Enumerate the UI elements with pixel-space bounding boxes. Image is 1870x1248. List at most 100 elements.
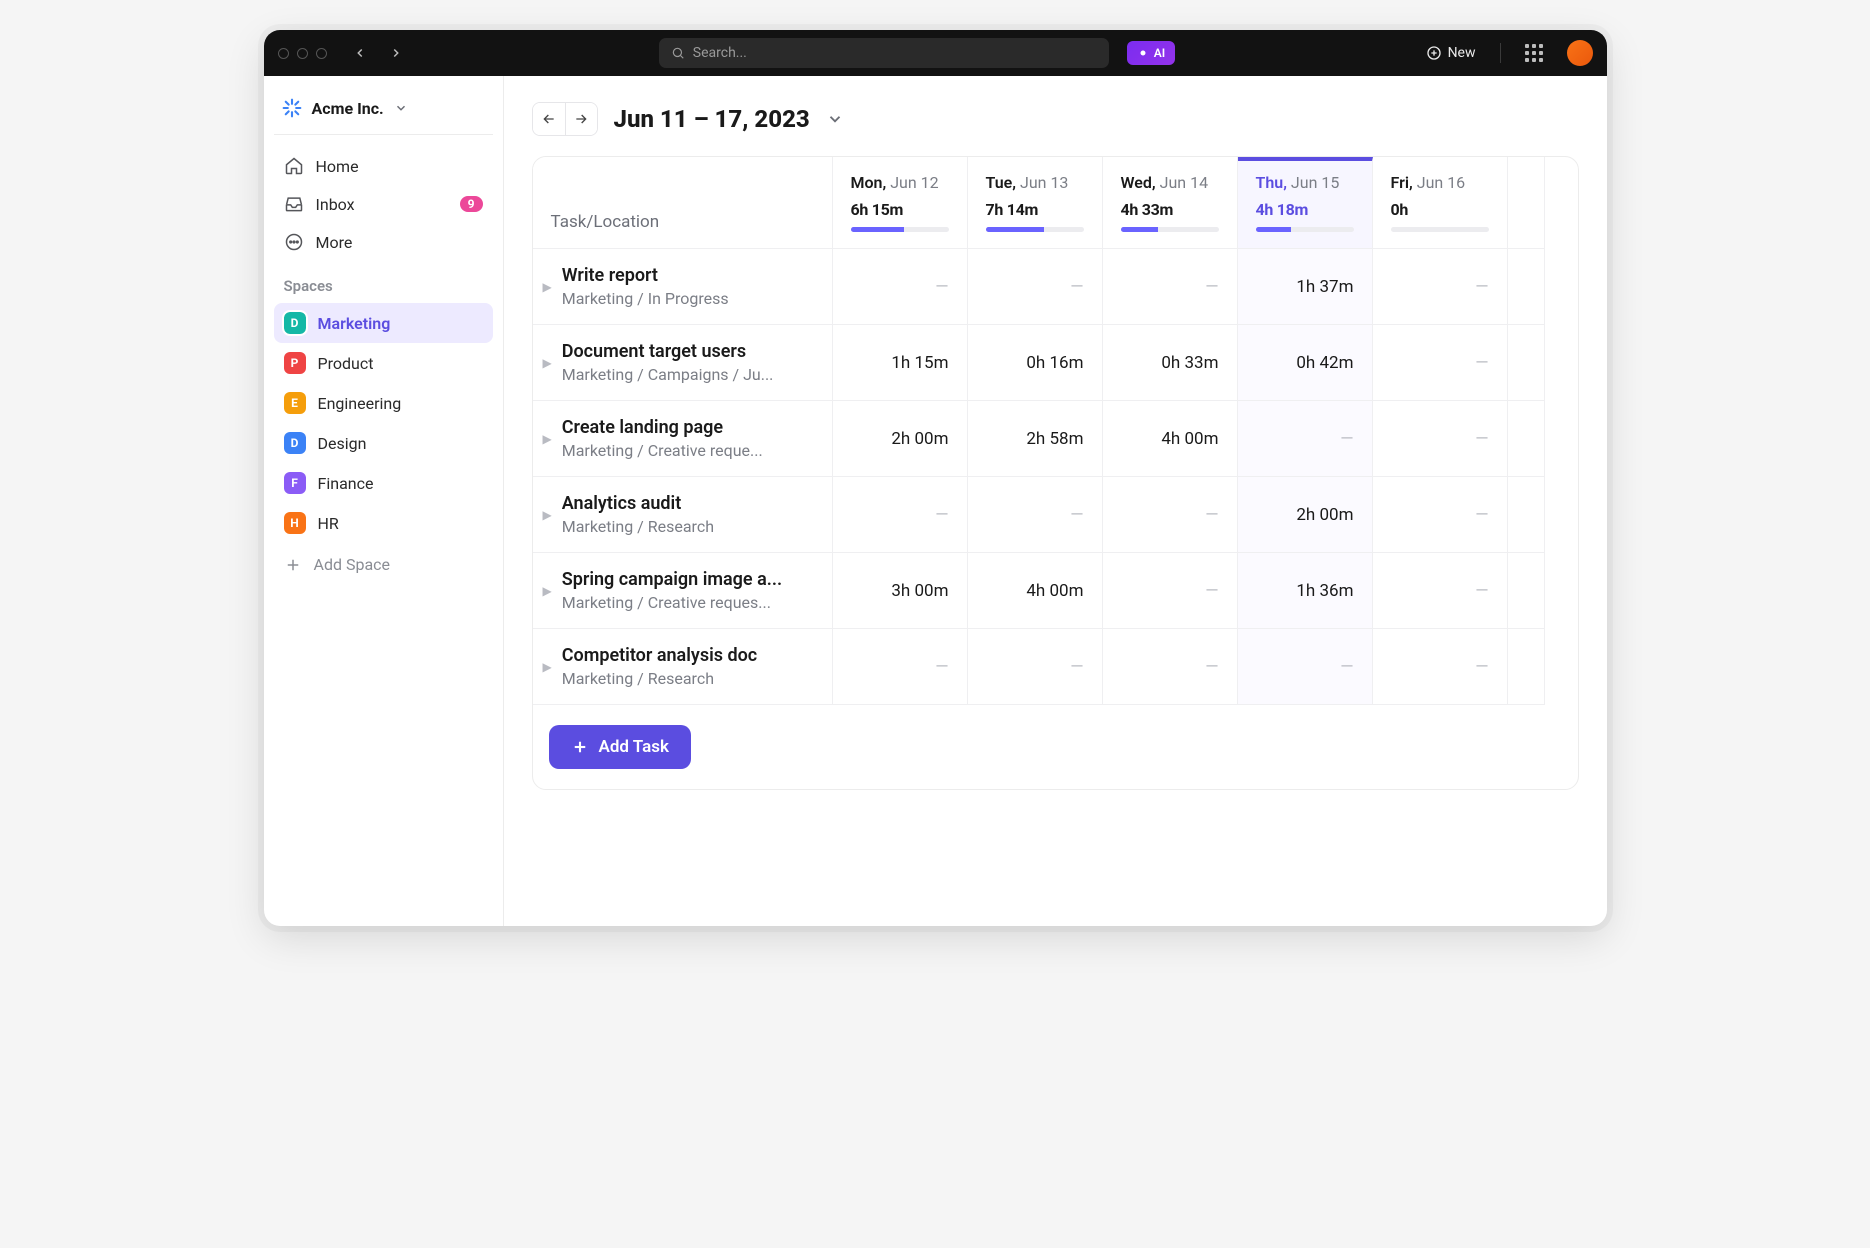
time-cell[interactable]: 0h 42m [1238,325,1373,401]
caret-right-icon: ▶ [543,356,552,370]
search-input[interactable]: Search... [659,38,1109,68]
time-cell[interactable]: — [968,249,1103,325]
time-cell[interactable]: — [1373,553,1508,629]
time-cell[interactable]: — [1373,629,1508,705]
col-task: Task/Location [533,157,833,249]
time-cell[interactable]: — [1103,553,1238,629]
col-day: Wed, Jun 144h 33m [1103,157,1238,249]
time-cell[interactable]: — [833,249,968,325]
time-value: — [1205,581,1218,601]
time-value: — [1340,657,1353,677]
task-cell[interactable]: ▶Create landing pageMarketing / Creative… [533,401,833,477]
time-value: 0h 42m [1296,353,1353,373]
task-cell[interactable]: ▶Analytics auditMarketing / Research [533,477,833,553]
week-nav [532,102,598,136]
cell-overflow [1508,553,1545,629]
time-cell[interactable]: — [1103,249,1238,325]
time-cell[interactable]: 4h 00m [1103,401,1238,477]
sidebar-item-inbox[interactable]: Inbox9 [274,185,493,223]
time-cell[interactable]: 1h 36m [1238,553,1373,629]
time-cell[interactable]: — [1103,629,1238,705]
task-cell[interactable]: ▶Document target usersMarketing / Campai… [533,325,833,401]
task-cell[interactable]: ▶Write reportMarketing / In Progress [533,249,833,325]
time-cell[interactable]: 0h 33m [1103,325,1238,401]
ai-label: AI [1154,46,1165,60]
home-icon [284,156,304,176]
timesheet-card: Task/LocationMon, Jun 126h 15mTue, Jun 1… [532,156,1579,790]
time-value: — [935,277,948,297]
traffic-dot[interactable] [297,48,308,59]
avatar[interactable] [1567,40,1593,66]
time-cell[interactable]: 3h 00m [833,553,968,629]
sidebar-space-engineering[interactable]: EEngineering [274,383,493,423]
space-label: Finance [318,474,374,493]
day-progress [1121,227,1219,232]
time-cell[interactable]: 1h 15m [833,325,968,401]
traffic-dot[interactable] [316,48,327,59]
search-icon [671,46,685,60]
sidebar: Acme Inc. HomeInbox9More Spaces DMarketi… [264,76,504,926]
traffic-dot[interactable] [278,48,289,59]
cell-overflow [1508,249,1545,325]
task-title: Create landing page [562,417,763,438]
time-cell[interactable]: 4h 00m [968,553,1103,629]
task-cell[interactable]: ▶Competitor analysis docMarketing / Rese… [533,629,833,705]
time-cell[interactable]: — [1373,477,1508,553]
date-range-picker[interactable] [826,110,844,128]
apps-grid-icon[interactable] [1525,44,1543,62]
spaces-header: Spaces [274,263,493,301]
time-cell[interactable]: — [1373,401,1508,477]
search-placeholder: Search... [693,45,747,61]
time-cell[interactable]: 2h 00m [1238,477,1373,553]
time-cell[interactable]: — [1103,477,1238,553]
time-cell[interactable]: — [1373,325,1508,401]
nav-back-button[interactable] [347,42,373,64]
caret-right-icon: ▶ [543,280,552,294]
add-task-button[interactable]: Add Task [549,725,691,769]
time-cell[interactable]: — [1373,249,1508,325]
nav-forward-button[interactable] [383,42,409,64]
col-overflow [1508,157,1545,249]
task-path: Marketing / Research [562,669,757,688]
time-cell[interactable]: — [833,477,968,553]
space-badge: D [284,432,306,454]
time-cell[interactable]: — [833,629,968,705]
app-body: Acme Inc. HomeInbox9More Spaces DMarketi… [264,76,1607,926]
time-cell[interactable]: 1h 37m [1238,249,1373,325]
sidebar-space-hr[interactable]: HHR [274,503,493,543]
time-cell[interactable]: 2h 58m [968,401,1103,477]
time-cell[interactable]: — [1238,629,1373,705]
next-week-button[interactable] [565,103,597,135]
prev-week-button[interactable] [533,103,565,135]
sidebar-space-design[interactable]: D Design [274,423,493,463]
sidebar-item-home[interactable]: Home [274,147,493,185]
space-label: Design [318,434,367,453]
workspace-switcher[interactable]: Acme Inc. [274,90,493,135]
time-value: — [1475,429,1488,449]
caret-right-icon: ▶ [543,432,552,446]
sidebar-item-more[interactable]: More [274,223,493,261]
sidebar-space-product[interactable]: PProduct [274,343,493,383]
time-cell[interactable]: — [968,477,1103,553]
ai-button[interactable]: AI [1127,41,1175,65]
more-icon [284,232,304,252]
time-cell[interactable]: — [968,629,1103,705]
time-cell[interactable]: 0h 16m [968,325,1103,401]
task-cell[interactable]: ▶Spring campaign image a...Marketing / C… [533,553,833,629]
day-total: 0h [1391,200,1489,219]
time-value: 1h 37m [1296,277,1353,297]
add-space-button[interactable]: Add Space [274,545,493,584]
space-label: Product [318,354,374,373]
time-cell[interactable]: 2h 00m [833,401,968,477]
time-value: — [935,505,948,525]
time-cell[interactable]: — [1238,401,1373,477]
sidebar-space-finance[interactable]: FFinance [274,463,493,503]
space-badge: D [284,312,306,334]
sidebar-space-marketing[interactable]: DMarketing [274,303,493,343]
time-value: — [1205,657,1218,677]
col-day: Thu, Jun 154h 18m [1238,157,1373,249]
task-title: Document target users [562,341,774,362]
add-task-label: Add Task [599,737,669,757]
new-button[interactable]: New [1426,45,1476,61]
sidebar-item-label: Inbox [316,195,355,214]
